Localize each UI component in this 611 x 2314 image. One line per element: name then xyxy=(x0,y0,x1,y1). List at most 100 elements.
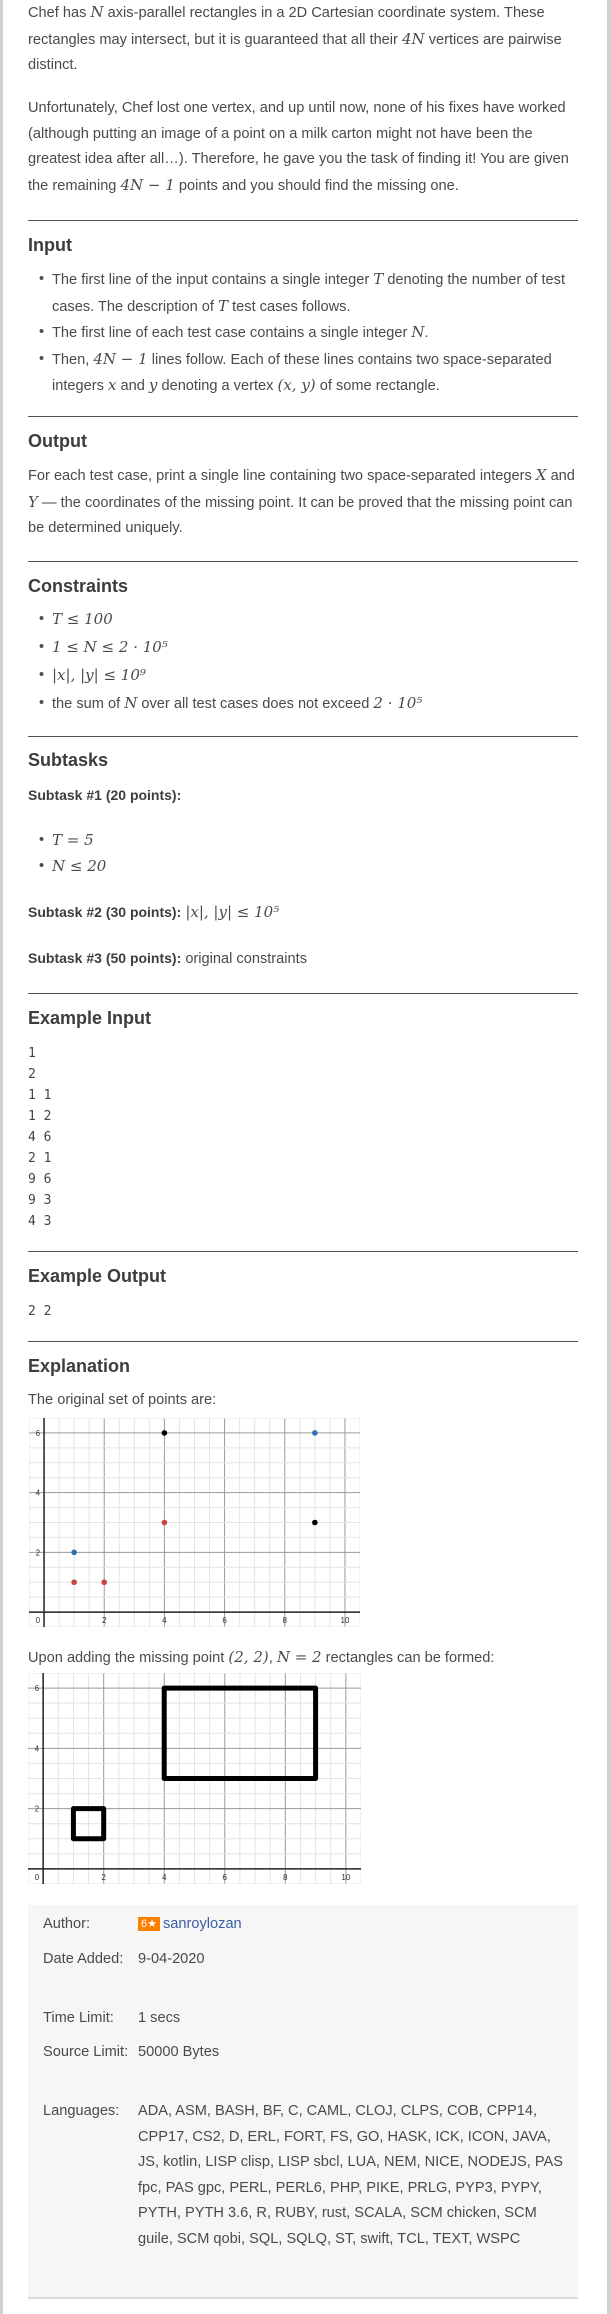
subtask-2-label: Subtask #2 (30 points): xyxy=(28,904,182,920)
rectangles-graph: 2 4 6 8 10 2 4 6 0 xyxy=(28,1673,361,1884)
text-segment: For each test case, print a single line … xyxy=(28,468,536,484)
date-added-value: 9-04-2020 xyxy=(138,1951,205,1967)
text-segment: over all test cases does not exceed xyxy=(137,696,374,712)
divider xyxy=(28,1251,578,1252)
explanation-heading: Explanation xyxy=(28,1356,131,1376)
text-segment: denoting a vertex xyxy=(157,378,278,394)
output-heading: Output xyxy=(28,431,87,451)
math-expression: T ≤ 100 xyxy=(52,610,113,628)
subtask-1: Subtask #1 (20 points): xyxy=(28,783,580,810)
list-item: T ≤ 100 xyxy=(28,606,580,634)
author-link[interactable]: sanroylozan xyxy=(163,1916,242,1932)
date-added-label: Date Added: xyxy=(43,1951,124,1967)
y-tick-label: 2 xyxy=(35,1805,40,1814)
x-tick-label: 8 xyxy=(283,1873,288,1882)
list-item: The first line of the input contains a s… xyxy=(28,267,580,320)
subtask-3-label: Subtask #3 (50 points): xyxy=(28,950,182,966)
divider xyxy=(28,993,578,994)
intro-paragraph-2: Unfortunately, Chef lost one vertex, and… xyxy=(28,96,580,199)
math-expression: T xyxy=(218,296,229,315)
explanation-paragraph-1: The original set of points are: xyxy=(28,1388,580,1414)
text-segment: original constraints xyxy=(181,951,307,967)
data-point xyxy=(161,1430,168,1436)
subtask-1-label: Subtask #1 (20 points): xyxy=(28,787,182,803)
y-tick-label: 2 xyxy=(36,1548,41,1557)
text-segment: The first line of each test case contain… xyxy=(52,325,412,341)
data-point xyxy=(312,1519,318,1526)
intro-paragraph-1: Chef has N axis-parallel rectangles in a… xyxy=(28,0,580,79)
math-expression: N xyxy=(124,694,138,712)
subtask-2: Subtask #2 (30 points): |x|, |y| ≤ 10⁵ xyxy=(28,900,580,927)
y-tick-label: 6 xyxy=(36,1429,41,1438)
source-limit-label: Source Limit: xyxy=(43,2044,129,2060)
input-list: The first line of the input contains a s… xyxy=(28,267,580,400)
example-output-code: 2 2 xyxy=(28,1304,52,1319)
languages-label: Languages: xyxy=(43,2103,120,2119)
math-expression: N xyxy=(411,323,425,341)
x-tick-label: 10 xyxy=(341,1873,350,1882)
text-segment: — the coordinates of the missing point. … xyxy=(28,494,573,537)
x-tick-label: 4 xyxy=(162,1616,167,1625)
math-expression: Y xyxy=(28,492,38,511)
list-item: T = 5 xyxy=(28,828,580,854)
example-output-heading: Example Output xyxy=(28,1266,167,1286)
divider xyxy=(28,736,578,737)
math-expression: |x|, |y| ≤ 10⁹ xyxy=(52,666,146,684)
math-expression: N xyxy=(90,3,104,21)
math-expression: T xyxy=(373,270,384,288)
math-expression: 4N − 1 xyxy=(93,349,148,368)
x-tick-label: 8 xyxy=(283,1616,288,1625)
y-tick-label: 4 xyxy=(36,1489,41,1498)
x-tick-label: 4 xyxy=(162,1873,167,1882)
math-expression: (x, y) xyxy=(277,376,316,394)
origin-label: 0 xyxy=(36,1616,41,1625)
x-tick-label: 10 xyxy=(341,1616,350,1625)
text-segment: of some rectangle. xyxy=(315,378,440,394)
text-segment: Chef has xyxy=(28,5,91,21)
languages-value: ADA, ASM, BASH, BF, C, CAML, CLOJ, CLPS,… xyxy=(138,2103,563,2247)
math-expression: 1 ≤ N ≤ 2 · 10⁵ xyxy=(52,638,168,656)
math-expression: 4N − 1 xyxy=(120,175,175,194)
math-expression: N = 2 xyxy=(276,1648,322,1666)
subtask-3-text: original constraints xyxy=(181,951,307,967)
y-tick-label: 4 xyxy=(35,1744,40,1753)
example-input-heading: Example Input xyxy=(28,1008,152,1028)
time-limit-label: Time Limit: xyxy=(43,2010,114,2026)
list-item: 1 ≤ N ≤ 2 · 10⁵ xyxy=(28,634,580,662)
text-segment: The original set of points are: xyxy=(28,1392,217,1408)
text-segment: , xyxy=(268,1650,277,1666)
text-segment: test cases follows. xyxy=(228,298,351,315)
explanation-paragraph-2: Upon adding the missing point (2, 2), N … xyxy=(28,1645,580,1672)
list-item: The first line of each test case contain… xyxy=(28,320,580,347)
author-label: Author: xyxy=(43,1916,91,1932)
subtask-2-text: |x|, |y| ≤ 10⁵ xyxy=(181,903,280,921)
divider xyxy=(28,416,578,417)
source-limit-value: 50000 Bytes xyxy=(138,2044,220,2060)
subtask-3: Subtask #3 (50 points): original constra… xyxy=(28,946,580,973)
text-segment: points and you should find the missing o… xyxy=(174,177,459,194)
math-expression: T = 5 xyxy=(52,831,94,849)
constraints-heading: Constraints xyxy=(28,576,129,596)
math-expression: 4N xyxy=(401,29,425,48)
x-tick-label: 6 xyxy=(222,1616,227,1625)
list-item: |x|, |y| ≤ 10⁹ xyxy=(28,662,580,690)
example-input-code: 1 2 1 1 1 2 4 6 2 1 9 6 9 3 4 3 xyxy=(28,1046,52,1229)
list-item: the sum of N over all test cases does no… xyxy=(28,690,580,718)
math-expression: |x|, |y| ≤ 10⁵ xyxy=(185,903,280,921)
time-limit-value: 1 secs xyxy=(138,2010,181,2026)
data-point xyxy=(312,1430,318,1436)
text-segment: The first line of the input contains a s… xyxy=(52,272,374,288)
text-segment: and xyxy=(546,468,575,484)
text-segment: the sum of xyxy=(52,696,125,712)
divider xyxy=(28,561,578,562)
origin-label: 0 xyxy=(35,1873,40,1882)
divider xyxy=(28,1341,578,1342)
x-tick-label: 6 xyxy=(223,1873,228,1882)
y-tick-label: 6 xyxy=(35,1684,40,1693)
input-heading: Input xyxy=(28,235,72,255)
data-point xyxy=(71,1549,77,1556)
constraints-list: T ≤ 100 1 ≤ N ≤ 2 · 10⁵ |x|, |y| ≤ 10⁹ t… xyxy=(28,606,580,718)
math-expression: N ≤ 20 xyxy=(52,857,107,875)
page-border-right xyxy=(607,0,611,2314)
problem-info-panel: Author: 6★ sanroylozan Date Added: 9-04-2… xyxy=(28,1905,578,2299)
